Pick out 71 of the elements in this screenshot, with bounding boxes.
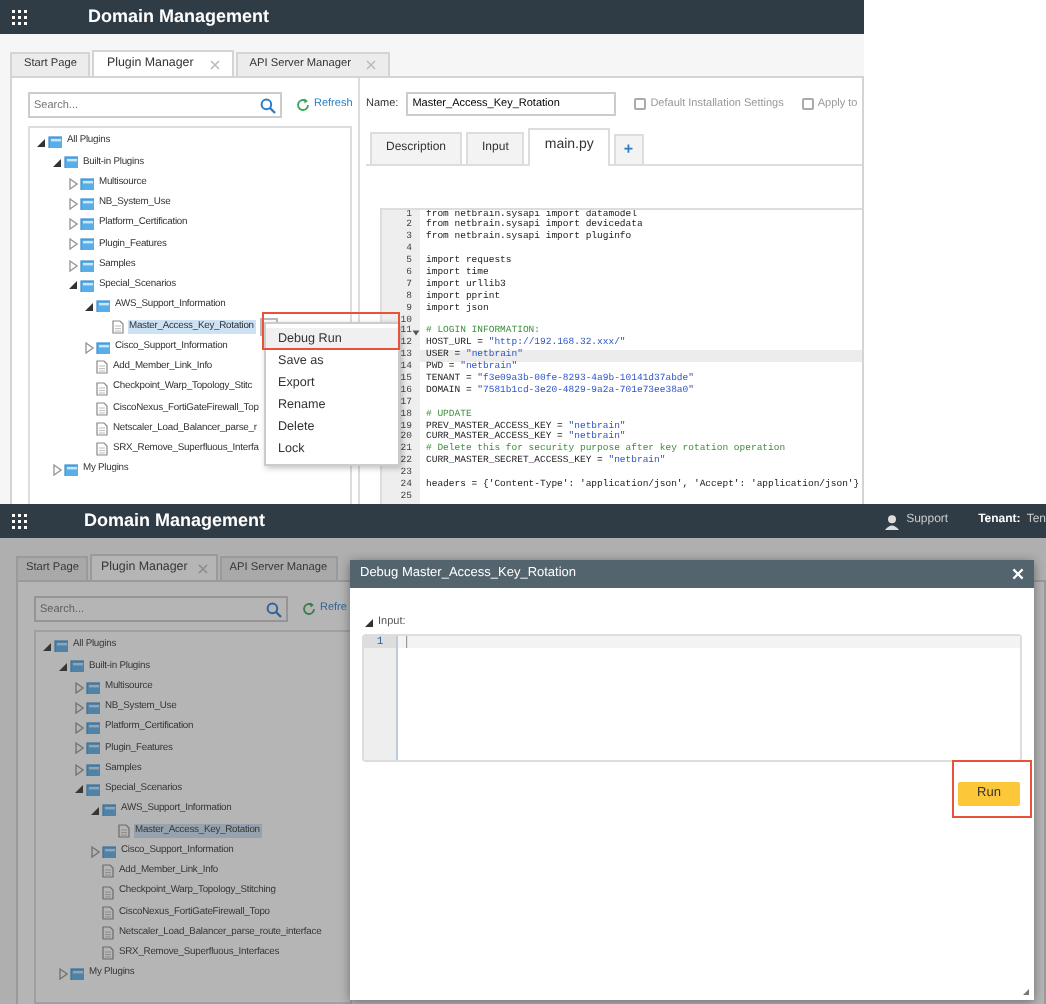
caret-right-icon[interactable] [68, 259, 78, 272]
caret-down-icon[interactable] [84, 301, 94, 312]
folder-icon [86, 742, 100, 755]
folder-icon [80, 259, 94, 272]
file-icon [102, 885, 114, 900]
search-icon[interactable] [260, 97, 276, 113]
file-icon [96, 442, 108, 457]
caret-down-icon[interactable] [42, 641, 52, 652]
folder-icon [54, 640, 68, 653]
caret-right-icon[interactable] [84, 341, 94, 354]
folder-icon [96, 341, 110, 354]
caret-down-icon[interactable] [74, 784, 84, 795]
folder-icon [80, 218, 94, 231]
caret-down-icon[interactable] [90, 805, 100, 816]
refresh-icon[interactable] [302, 602, 316, 616]
caret-down-icon[interactable] [68, 280, 78, 291]
caret-down-icon[interactable] [58, 661, 68, 672]
file-icon [96, 381, 108, 396]
file-icon [96, 422, 108, 437]
file-icon [118, 823, 130, 838]
folder-icon [86, 701, 100, 714]
app-title: Domain Management [84, 507, 266, 534]
caret-right-icon[interactable] [68, 177, 78, 190]
folder-icon [80, 177, 94, 190]
add-tab-button[interactable]: + [613, 133, 644, 163]
caret-right-icon[interactable] [68, 197, 78, 210]
caret-right-icon[interactable] [52, 464, 62, 477]
folder-icon [102, 845, 116, 858]
folder-icon [80, 238, 94, 251]
folder-icon [86, 681, 100, 694]
file-icon [96, 401, 108, 416]
file-icon [102, 864, 114, 879]
file-icon [102, 905, 114, 920]
folder-icon [64, 156, 78, 169]
person-icon[interactable] [884, 513, 901, 529]
app-grid-icon[interactable] [12, 9, 28, 25]
folder-icon [64, 464, 78, 477]
folder-icon [70, 660, 84, 673]
folder-icon [80, 197, 94, 210]
folder-icon [86, 763, 100, 776]
caret-right-icon[interactable] [68, 218, 78, 231]
resize-grip-icon[interactable] [1022, 988, 1030, 996]
caret-right-icon[interactable] [68, 238, 78, 251]
caret-right-icon[interactable] [74, 701, 84, 714]
folder-icon [70, 968, 84, 981]
caret-right-icon[interactable] [58, 968, 68, 981]
app-title: Domain Management [88, 3, 270, 30]
caret-down-icon[interactable] [36, 137, 46, 148]
folder-icon [86, 783, 100, 796]
search-icon[interactable] [266, 601, 282, 617]
folder-icon [102, 804, 116, 817]
caret-right-icon[interactable] [74, 722, 84, 735]
caret-right-icon[interactable] [90, 845, 100, 858]
caret-right-icon[interactable] [74, 681, 84, 694]
text-cursor-icon [406, 636, 408, 649]
file-icon [102, 946, 114, 961]
caret-down-icon[interactable] [52, 157, 62, 168]
folder-icon [96, 300, 110, 313]
caret-right-icon[interactable] [74, 742, 84, 755]
file-icon [102, 926, 114, 941]
app-grid-icon[interactable] [12, 513, 28, 529]
highlight-frame [261, 312, 399, 350]
folder-icon [80, 279, 94, 292]
file-icon [96, 360, 108, 375]
folder-icon [48, 136, 62, 149]
caret-right-icon[interactable] [74, 763, 84, 776]
refresh-icon[interactable] [296, 98, 310, 112]
file-icon [112, 319, 124, 334]
folder-icon [86, 722, 100, 735]
fold-icon[interactable] [412, 329, 420, 336]
caret-down-icon[interactable] [364, 617, 374, 628]
